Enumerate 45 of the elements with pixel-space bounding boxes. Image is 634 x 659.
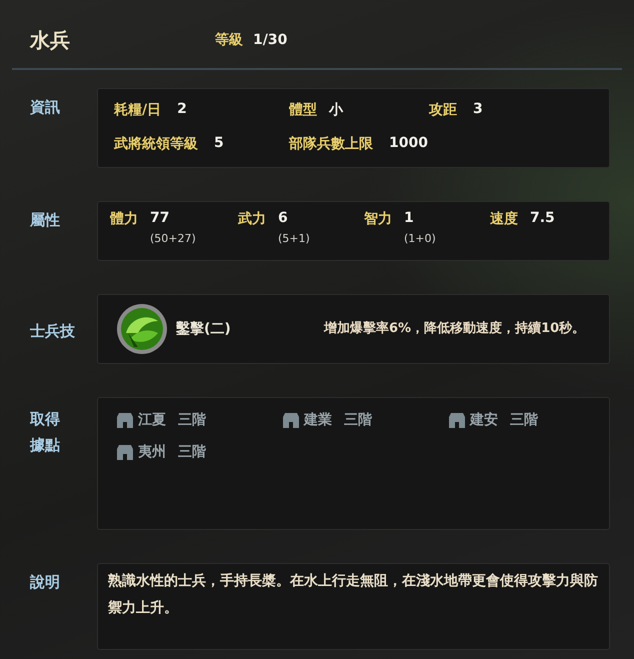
skill-name: 鑿擊(二) [176,320,232,338]
level-value: 1/30 [253,32,288,48]
skill-description: 增加爆擊率6%，降低移動速度，持續10秒。 [324,320,586,338]
description-text: 熟識水性的士兵，手持長槳。在水上行走無阻，在淺水地帶更會使得攻擊力與防禦力上升。 [108,572,599,618]
unit-name: 水兵 [30,26,71,54]
attribute-breakdown: (50+27) [150,232,196,245]
stat-label: 攻距 [429,101,457,120]
stat-value: 1000 [389,135,428,153]
gate-icon [116,444,134,460]
attribute-breakdown: (5+1) [278,232,310,245]
gate-icon [448,412,466,428]
stat-label: 部隊兵數上限 [289,135,373,154]
attribute-value: 6 [278,210,288,226]
stat-label: 武將統領等級 [114,135,198,154]
gate-icon [116,412,134,428]
skill-icon [116,303,168,355]
base-grade: 三階 [178,411,206,429]
attribute-value: 77 [150,210,170,226]
section-label: 取得據點 [30,409,60,456]
stat-value: 2 [177,101,187,119]
attribute-breakdown: (1+0) [404,232,436,245]
attribute-label: 武力 [238,210,266,229]
stat-value: 5 [214,135,224,153]
base-name: 建安 [470,411,498,429]
stat-value: 小 [329,101,343,120]
base-name: 夷州 [138,443,166,461]
base-grade: 三階 [178,443,206,461]
gate-icon [282,412,300,428]
section-label: 士兵技 [30,321,76,342]
stat-label: 體型 [289,101,317,120]
attribute-label: 智力 [364,210,392,229]
section-label: 資訊 [30,97,61,118]
section-label: 屬性 [30,210,61,231]
base-grade: 三階 [510,411,538,429]
attribute-value: 7.5 [530,210,555,226]
attribute-value: 1 [404,210,414,226]
section-label: 說明 [30,572,61,593]
attribute-label: 速度 [490,210,518,229]
level-label: 等級 [215,31,243,49]
base-name: 江夏 [138,411,166,429]
attribute-label: 體力 [110,210,138,229]
stat-label: 耗糧/日 [114,101,162,120]
stat-value: 3 [473,101,483,119]
base-grade: 三階 [344,411,372,429]
base-name: 建業 [304,411,332,429]
